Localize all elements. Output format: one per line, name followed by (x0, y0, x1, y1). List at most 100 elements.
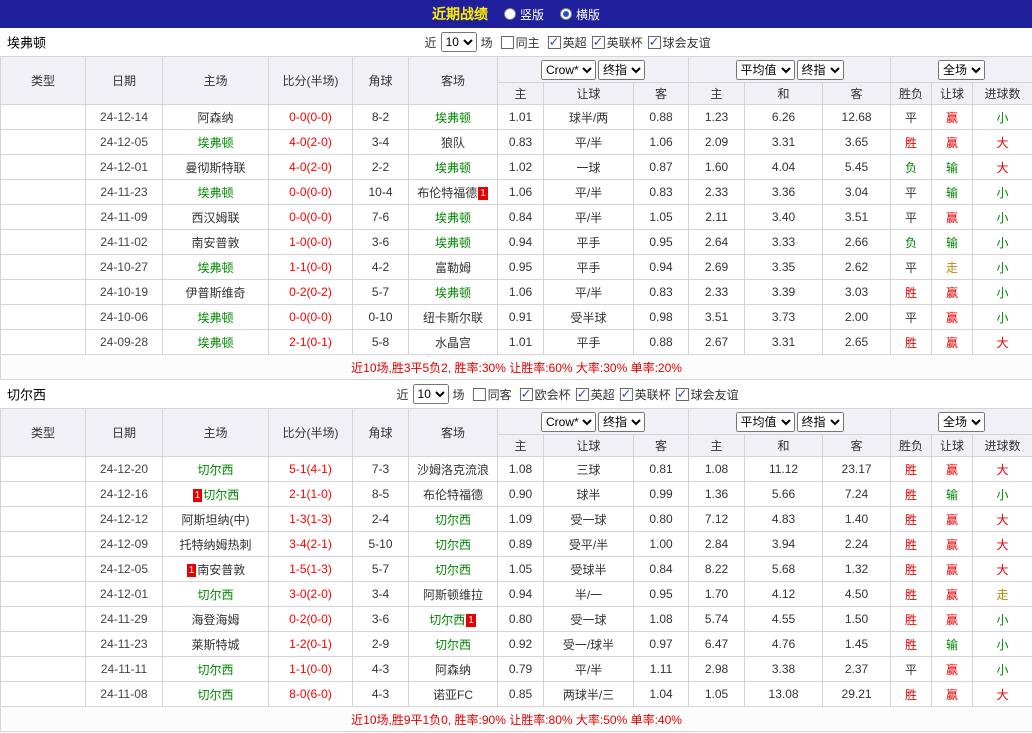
avg-odds-home: 6.47 (688, 631, 746, 657)
match-count-select[interactable]: 10 (412, 384, 449, 404)
score-halftime[interactable]: 0-0(0-0) (268, 104, 353, 130)
corner-count: 7-6 (352, 204, 409, 230)
score-halftime[interactable]: 1-1(0-0) (268, 656, 353, 682)
home-team-name[interactable]: 西汉姆联 (191, 211, 239, 225)
games-label: 场 (480, 35, 493, 50)
score-halftime[interactable]: 0-0(0-0) (268, 304, 353, 330)
league-type-badge: 英超 (0, 154, 86, 180)
score-halftime[interactable]: 3-0(2-0) (268, 581, 353, 607)
away-team-name[interactable]: 狼队 (441, 136, 465, 150)
home-team-name[interactable]: 伊普斯维奇 (185, 286, 245, 300)
away-team-name[interactable]: 埃弗顿 (435, 286, 471, 300)
away-team-cell: 埃弗顿 (408, 229, 498, 255)
filter-controls: 近 10 场 同客 欧会杯 英超 英联杯 球会友谊 (397, 384, 739, 404)
home-team-name[interactable]: 南安普敦 (191, 236, 239, 250)
score-halftime[interactable]: 8-0(6-0) (268, 681, 353, 707)
home-team-name[interactable]: 曼彻斯特联 (185, 161, 245, 175)
odds-time-select-2[interactable]: 终指 (796, 411, 844, 432)
score-halftime[interactable]: 3-4(2-1) (268, 531, 353, 557)
home-team-name[interactable]: 托特纳姆热刺 (179, 538, 251, 552)
away-team-name[interactable]: 埃弗顿 (435, 211, 471, 225)
home-team-name[interactable]: 海登海姆 (191, 613, 239, 627)
score-halftime[interactable]: 0-2(0-2) (268, 279, 353, 305)
home-team-name[interactable]: 埃弗顿 (197, 311, 233, 325)
home-team-name[interactable]: 阿森纳 (197, 111, 233, 125)
score-halftime[interactable]: 1-5(1-3) (268, 556, 353, 582)
away-team-name[interactable]: 沙姆洛克流浪 (417, 463, 489, 477)
away-team-name[interactable]: 诺亚FC (433, 688, 473, 702)
home-team-name[interactable]: 切尔西 (197, 588, 233, 602)
average-select[interactable]: 平均值 (735, 59, 795, 80)
match-row: 欧会杯 24-11-29 海登海姆 0-2(0-0) 3-6 切尔西 1 0.80… (0, 606, 1032, 632)
away-team-name[interactable]: 纽卡斯尔联 (423, 311, 483, 325)
result-goals: 大 (972, 329, 1032, 355)
league-filter-checkbox[interactable]: 球会友谊 (675, 386, 739, 403)
score-halftime[interactable]: 4-0(2-0) (268, 129, 353, 155)
home-team-name[interactable]: 切尔西 (197, 688, 233, 702)
away-team-name[interactable]: 埃弗顿 (435, 111, 471, 125)
away-team-name[interactable]: 切尔西 (435, 538, 471, 552)
score-halftime[interactable]: 1-2(0-1) (268, 631, 353, 657)
result-goals: 大 (972, 129, 1032, 155)
match-row: 英超 24-09-28 埃弗顿 2-1(0-1) 5-8 水晶宫 1.01 平手… (0, 329, 1032, 355)
away-team-name[interactable]: 布伦特福德 (417, 186, 477, 200)
away-team-name[interactable]: 水晶宫 (435, 336, 471, 350)
away-team-name[interactable]: 阿斯顿维拉 (423, 588, 483, 602)
radio-vertical-layout[interactable]: 竖版 (503, 6, 544, 23)
bookmaker-select[interactable]: Crow* (541, 59, 597, 80)
score-halftime[interactable]: 0-2(0-0) (268, 606, 353, 632)
home-team-cell: 曼彻斯特联 (162, 154, 269, 180)
home-team-name[interactable]: 切尔西 (203, 488, 239, 502)
odds-time-select-1[interactable]: 终指 (598, 59, 646, 80)
away-team-name[interactable]: 切尔西 (435, 563, 471, 577)
score-halftime[interactable]: 1-3(1-3) (268, 506, 353, 532)
score-halftime[interactable]: 2-1(1-0) (268, 481, 353, 507)
league-filter-checkbox[interactable]: 英超 (575, 386, 615, 403)
fulltime-select[interactable]: 全场 (938, 411, 986, 432)
match-row: 英超 24-11-11 切尔西 1-1(0-0) 4-3 阿森纳 0.79 平/… (0, 656, 1032, 682)
fulltime-select[interactable]: 全场 (938, 59, 986, 80)
home-team-name[interactable]: 埃弗顿 (197, 336, 233, 350)
away-team-name[interactable]: 布伦特福德 (423, 488, 483, 502)
radio-horizontal-layout[interactable]: 横版 (560, 6, 600, 23)
away-team-name[interactable]: 埃弗顿 (435, 161, 471, 175)
league-filter-checkbox[interactable]: 球会友谊 (647, 34, 711, 51)
league-filter-checkbox[interactable]: 英超 (547, 34, 587, 51)
away-team-name[interactable]: 切尔西 (429, 613, 465, 627)
odds-time-select-2[interactable]: 终指 (796, 59, 844, 80)
average-select[interactable]: 平均值 (735, 411, 795, 432)
home-team-name[interactable]: 埃弗顿 (197, 261, 233, 275)
score-halftime[interactable]: 1-1(0-0) (268, 254, 353, 280)
away-team-name[interactable]: 切尔西 (435, 513, 471, 527)
result-goals: 小 (972, 304, 1032, 330)
result-wdl: 胜 (890, 456, 933, 482)
home-team-name[interactable]: 埃弗顿 (197, 186, 233, 200)
score-halftime[interactable]: 4-0(2-0) (268, 154, 353, 180)
league-filter-checkbox[interactable]: 欧会杯 (519, 386, 571, 403)
league-filter-checkbox[interactable]: 英联杯 (619, 386, 671, 403)
away-team-name[interactable]: 富勒姆 (435, 261, 471, 275)
away-team-name[interactable]: 切尔西 (435, 638, 471, 652)
away-team-name[interactable]: 埃弗顿 (435, 236, 471, 250)
score-halftime[interactable]: 5-1(4-1) (268, 456, 353, 482)
home-team-name[interactable]: 切尔西 (197, 663, 233, 677)
avg-odds-away: 7.24 (822, 481, 892, 507)
corner-count: 5-10 (352, 531, 409, 557)
home-team-name[interactable]: 阿斯坦纳(中) (182, 513, 250, 527)
odds-time-select-1[interactable]: 终指 (598, 411, 646, 432)
bookmaker-select[interactable]: Crow* (541, 411, 597, 432)
home-team-name[interactable]: 莱斯特城 (191, 638, 239, 652)
score-halftime[interactable]: 0-0(0-0) (268, 204, 353, 230)
same-venue-checkbox[interactable]: 同客 (472, 386, 512, 403)
score-halftime[interactable]: 2-1(0-1) (268, 329, 353, 355)
home-team-name[interactable]: 南安普敦 (197, 563, 245, 577)
away-team-name[interactable]: 阿森纳 (435, 663, 471, 677)
league-filter-checkbox[interactable]: 英联杯 (591, 34, 643, 51)
score-halftime[interactable]: 0-0(0-0) (268, 179, 353, 205)
home-team-name[interactable]: 埃弗顿 (197, 136, 233, 150)
match-count-select[interactable]: 10 (440, 32, 477, 52)
home-team-name[interactable]: 切尔西 (197, 463, 233, 477)
same-venue-checkbox[interactable]: 同主 (500, 34, 540, 51)
corner-count: 5-8 (352, 329, 409, 355)
score-halftime[interactable]: 1-0(0-0) (268, 229, 353, 255)
